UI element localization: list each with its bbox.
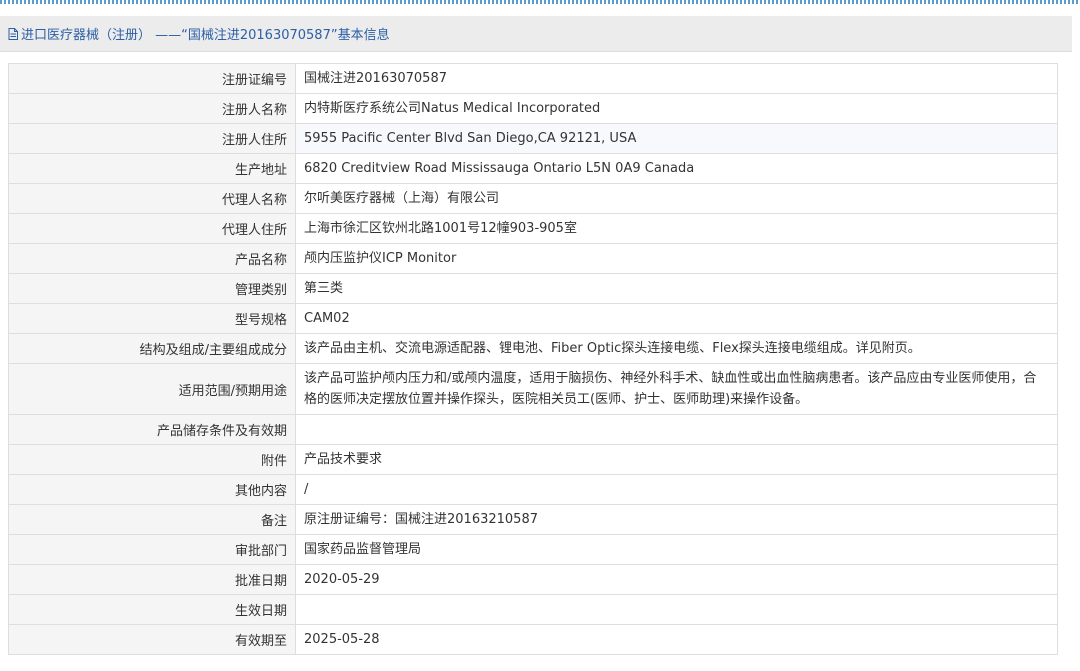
- page-title: 进口医疗器械（注册） ——“国械注进20163070587”基本信息: [21, 28, 390, 43]
- field-value: 6820 Creditview Road Mississauga Ontario…: [295, 153, 1058, 184]
- field-label: 型号规格: [8, 303, 296, 334]
- field-value: 5955 Pacific Center Blvd San Diego,CA 92…: [295, 123, 1058, 154]
- table-row: 附件 产品技术要求: [8, 444, 1058, 475]
- field-value: 该产品可监护颅内压力和/或颅内温度，适用于脑损伤、神经外科手术、缺血性或出血性脑…: [295, 363, 1058, 415]
- field-value: 原注册证编号：国械注进20163210587: [295, 504, 1058, 535]
- table-row: 代理人住所 上海市徐汇区钦州北路1001号12幢903-905室: [8, 213, 1058, 244]
- field-label: 注册人名称: [8, 93, 296, 124]
- field-label: 代理人名称: [8, 183, 296, 214]
- table-row: 其他内容 /: [8, 474, 1058, 505]
- field-label: 生效日期: [8, 594, 296, 625]
- field-label: 附件: [8, 444, 296, 475]
- table-row: 注册人住所 5955 Pacific Center Blvd San Diego,…: [8, 123, 1058, 154]
- field-label: 生产地址: [8, 153, 296, 184]
- table-row: 管理类别 第三类: [8, 273, 1058, 304]
- field-value: CAM02: [295, 303, 1058, 334]
- table-row: 代理人名称 尔听美医疗器械（上海）有限公司: [8, 183, 1058, 214]
- field-label: 产品名称: [8, 243, 296, 274]
- info-table: 注册证编号 国械注进20163070587 注册人名称 内特斯医疗系统公司Natus …: [8, 63, 1058, 655]
- table-row: 有效期至 2025-05-28: [8, 624, 1058, 655]
- field-label: 批准日期: [8, 564, 296, 595]
- table-row: 备注 原注册证编号：国械注进20163210587: [8, 504, 1058, 535]
- field-value: 第三类: [295, 273, 1058, 304]
- field-value: 产品技术要求: [295, 444, 1058, 475]
- page-header: 进口医疗器械（注册） ——“国械注进20163070587”基本信息: [0, 16, 1072, 52]
- table-row: 注册人名称 内特斯医疗系统公司Natus Medical Incorporated: [8, 93, 1058, 124]
- table-row: 生产地址 6820 Creditview Road Mississauga Ont…: [8, 153, 1058, 184]
- field-value: 颅内压监护仪ICP Monitor: [295, 243, 1058, 274]
- field-value: 国家药品监督管理局: [295, 534, 1058, 565]
- field-label: 代理人住所: [8, 213, 296, 244]
- field-value: /: [295, 474, 1058, 505]
- table-row: 生效日期: [8, 594, 1058, 625]
- field-value: 尔听美医疗器械（上海）有限公司: [295, 183, 1058, 214]
- table-row: 适用范围/预期用途 该产品可监护颅内压力和/或颅内温度，适用于脑损伤、神经外科手术…: [8, 363, 1058, 415]
- table-row: 审批部门 国家药品监督管理局: [8, 534, 1058, 565]
- table-row: 批准日期 2020-05-29: [8, 564, 1058, 595]
- field-label: 注册证编号: [8, 63, 296, 94]
- table-row: 产品储存条件及有效期: [8, 414, 1058, 445]
- table-row: 注册证编号 国械注进20163070587: [8, 63, 1058, 94]
- field-value: 2025-05-28: [295, 624, 1058, 655]
- table-row: 产品名称 颅内压监护仪ICP Monitor: [8, 243, 1058, 274]
- field-label: 审批部门: [8, 534, 296, 565]
- field-label: 适用范围/预期用途: [8, 363, 296, 415]
- top-stripe: [0, 0, 1080, 4]
- field-label: 有效期至: [8, 624, 296, 655]
- table-row: 结构及组成/主要组成成分 该产品由主机、交流电源适配器、锂电池、Fiber Opt…: [8, 333, 1058, 364]
- field-label: 管理类别: [8, 273, 296, 304]
- field-label: 产品储存条件及有效期: [8, 414, 296, 445]
- field-value: 内特斯医疗系统公司Natus Medical Incorporated: [295, 93, 1058, 124]
- field-value: 2020-05-29: [295, 564, 1058, 595]
- field-value: [295, 414, 1058, 445]
- field-value: 国械注进20163070587: [295, 63, 1058, 94]
- right-margin: [1072, 16, 1080, 671]
- field-value: 该产品由主机、交流电源适配器、锂电池、Fiber Optic探头连接电缆、Fle…: [295, 333, 1058, 364]
- document-icon: [8, 27, 18, 40]
- field-label: 注册人住所: [8, 123, 296, 154]
- field-label: 结构及组成/主要组成成分: [8, 333, 296, 364]
- field-value: 上海市徐汇区钦州北路1001号12幢903-905室: [295, 213, 1058, 244]
- field-label: 备注: [8, 504, 296, 535]
- table-row: 型号规格 CAM02: [8, 303, 1058, 334]
- info-panel: 注册证编号 国械注进20163070587 注册人名称 内特斯医疗系统公司Natus …: [8, 63, 1058, 655]
- field-label: 其他内容: [8, 474, 296, 505]
- field-value: [295, 594, 1058, 625]
